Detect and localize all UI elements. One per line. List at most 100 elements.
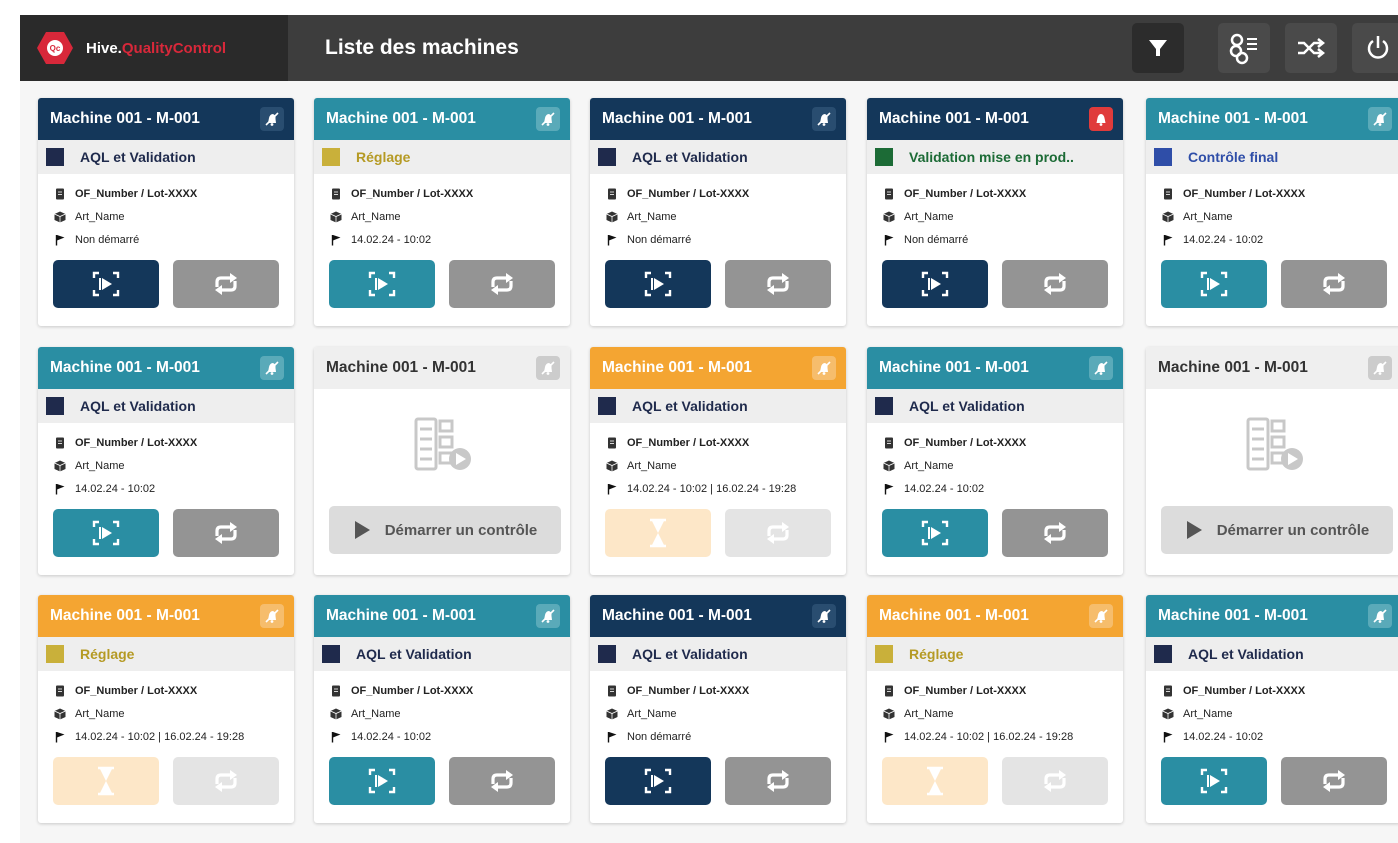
card-header: Machine 001 - M-001 [1146, 98, 1398, 140]
refresh-button[interactable] [1002, 509, 1108, 557]
start-control-button[interactable]: Démarrer un contrôle [329, 506, 561, 554]
power-icon [1367, 36, 1389, 59]
machine-name: Machine 001 - M-001 [602, 607, 752, 624]
of-number: OF_Number / Lot-XXXX [75, 187, 198, 200]
play-control-button[interactable] [329, 260, 435, 308]
alert-bell-button[interactable] [1089, 107, 1113, 131]
play-frame-icon [368, 271, 396, 297]
machine-name: Machine 001 - M-001 [879, 359, 1029, 376]
refresh-button[interactable] [725, 509, 831, 557]
of-number: OF_Number / Lot-XXXX [75, 684, 198, 697]
document-icon [605, 188, 618, 200]
step-color-square [322, 148, 340, 166]
flag-icon [53, 234, 66, 246]
mute-bell-button[interactable] [812, 107, 836, 131]
play-control-button[interactable] [329, 757, 435, 805]
mute-bell-button[interactable] [536, 107, 560, 131]
refresh-button[interactable] [725, 260, 831, 308]
box-icon [882, 708, 895, 720]
app-window: Qc Hive.QualityControl Liste des machine… [20, 15, 1398, 843]
mute-bell-button[interactable] [260, 356, 284, 380]
brand-name: Hive.QualityControl [86, 40, 226, 57]
waiting-button[interactable] [53, 757, 159, 805]
article-name-line: Art_Name [605, 702, 846, 725]
refresh-button[interactable] [173, 757, 279, 805]
play-frame-icon [644, 271, 672, 297]
bell-off-icon [1373, 361, 1387, 375]
refresh-button[interactable] [1002, 260, 1108, 308]
card-header: Machine 001 - M-001 [867, 347, 1123, 389]
brand: Qc Hive.QualityControl [20, 15, 288, 81]
of-number: OF_Number / Lot-XXXX [1183, 187, 1306, 200]
step-label: AQL et Validation [632, 149, 748, 165]
mute-bell-button[interactable] [260, 604, 284, 628]
refresh-icon [215, 273, 237, 295]
play-control-button[interactable] [53, 509, 159, 557]
step-color-square [46, 148, 64, 166]
mute-bell-button[interactable] [536, 356, 560, 380]
step-row: Réglage [38, 637, 294, 671]
start-control-button[interactable]: Démarrer un contrôle [1161, 506, 1393, 554]
box-icon [605, 460, 618, 472]
mute-bell-button[interactable] [1089, 604, 1113, 628]
play-frame-icon [921, 520, 949, 546]
step-color-square [46, 645, 64, 663]
play-control-button[interactable] [605, 757, 711, 805]
date-status-line: Non démarré [53, 228, 294, 251]
play-control-button[interactable] [1161, 260, 1267, 308]
flag-icon [882, 731, 895, 743]
document-icon [53, 437, 66, 449]
mute-bell-button[interactable] [1089, 356, 1113, 380]
waiting-button[interactable] [605, 509, 711, 557]
play-control-button[interactable] [605, 260, 711, 308]
waiting-button[interactable] [882, 757, 988, 805]
mute-bell-button[interactable] [260, 107, 284, 131]
step-label: Réglage [909, 646, 964, 662]
refresh-button[interactable] [1002, 757, 1108, 805]
play-control-button[interactable] [53, 260, 159, 308]
bell-off-icon [541, 361, 555, 375]
card-info: OF_Number / Lot-XXXX Art_Name Non démarré [590, 671, 846, 748]
mute-bell-button[interactable] [812, 356, 836, 380]
mute-bell-button[interactable] [1368, 107, 1392, 131]
step-color-square [875, 645, 893, 663]
shuffle-button[interactable] [1285, 23, 1337, 73]
refresh-button[interactable] [173, 260, 279, 308]
refresh-button[interactable] [449, 260, 555, 308]
settings-button[interactable] [1218, 23, 1270, 73]
filter-button[interactable] [1132, 23, 1184, 73]
step-label: Contrôle final [1188, 149, 1279, 165]
start-control-label: Démarrer un contrôle [1216, 521, 1370, 539]
play-control-button[interactable] [882, 260, 988, 308]
refresh-button[interactable] [1281, 757, 1387, 805]
card-actions [329, 757, 555, 805]
bell-off-icon [541, 609, 555, 623]
power-button[interactable] [1352, 23, 1398, 73]
card-info: OF_Number / Lot-XXXX Art_Name Non démarré [867, 174, 1123, 251]
article-name: Art_Name [75, 459, 125, 472]
bell-off-icon [1373, 112, 1387, 126]
card-actions [882, 757, 1108, 805]
mute-bell-button[interactable] [812, 604, 836, 628]
refresh-button[interactable] [173, 509, 279, 557]
machine-card: Machine 001 - M-001 Démarrer un contrôle [1146, 347, 1398, 575]
step-label: AQL et Validation [356, 646, 472, 662]
play-control-button[interactable] [882, 509, 988, 557]
mute-bell-button[interactable] [536, 604, 560, 628]
refresh-button[interactable] [725, 757, 831, 805]
article-name-line: Art_Name [1161, 205, 1398, 228]
step-row: Réglage [314, 140, 570, 174]
hourglass-icon [98, 766, 114, 796]
refresh-button[interactable] [449, 757, 555, 805]
box-icon [1161, 211, 1174, 223]
mute-bell-button[interactable] [1368, 604, 1392, 628]
document-icon [1161, 188, 1174, 200]
refresh-button[interactable] [1281, 260, 1387, 308]
flag-icon [329, 234, 342, 246]
machine-name: Machine 001 - M-001 [879, 110, 1029, 127]
refresh-icon [1044, 770, 1066, 792]
machine-name: Machine 001 - M-001 [326, 359, 476, 376]
box-icon [329, 708, 342, 720]
mute-bell-button[interactable] [1368, 356, 1392, 380]
play-control-button[interactable] [1161, 757, 1267, 805]
